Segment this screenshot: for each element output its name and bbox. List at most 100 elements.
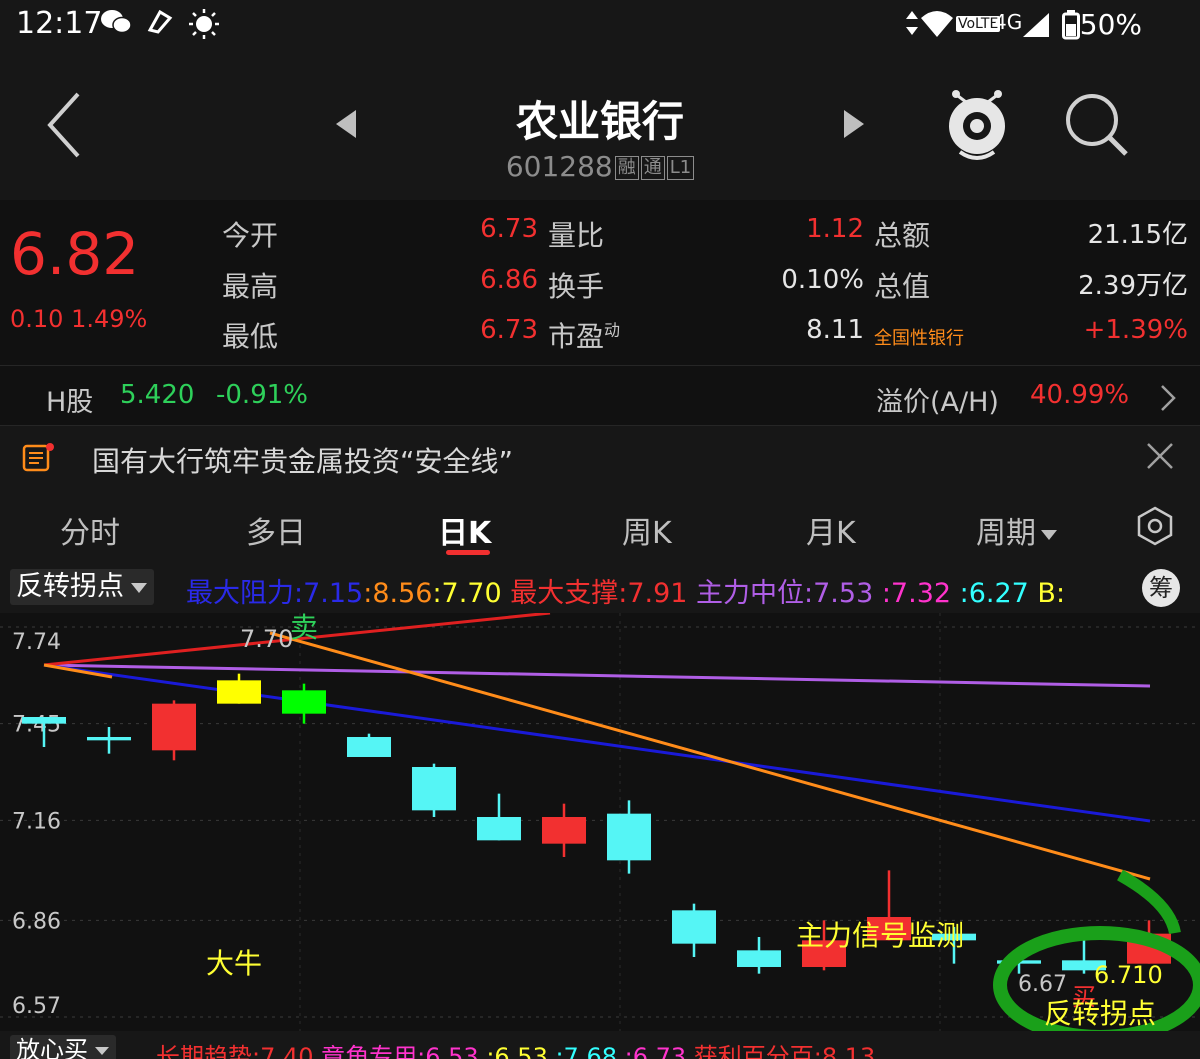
y-tick-label: 7.45 bbox=[12, 713, 61, 738]
candle-body bbox=[412, 767, 456, 811]
status-time: 12:17 bbox=[16, 6, 103, 41]
price-top-annotation: 7.70 bbox=[240, 625, 293, 653]
battery-icon bbox=[1062, 10, 1080, 44]
trend-line bbox=[269, 631, 1151, 881]
y-tick-label: 7.74 bbox=[12, 630, 61, 655]
turnover-amount-value: 21.15亿 bbox=[1087, 220, 1188, 250]
bottom-indicator-value-0: 长期趋势:7.40 bbox=[156, 1043, 314, 1059]
tab-monthly-k[interactable]: 月K bbox=[806, 508, 856, 552]
bottom-indicator-bar: 放心买 长期趋势:7.40 竟角专用:6.53 :6.53 :7.68 :6.7… bbox=[0, 1031, 1200, 1059]
market-cap-value: 2.39万亿 bbox=[1078, 271, 1188, 301]
bottom-indicator-value-5: 获利百分百:8.13 bbox=[686, 1043, 876, 1059]
candle-body bbox=[87, 737, 131, 741]
caret-down-icon bbox=[131, 582, 147, 593]
brightness-icon bbox=[188, 8, 220, 47]
network-type: 4G bbox=[994, 10, 1023, 34]
price-change: 0.10 1.49% bbox=[10, 305, 148, 333]
bottom-indicator-value-1: 竟角专用:6.53 bbox=[313, 1043, 479, 1059]
tab-multi-day[interactable]: 多日 bbox=[246, 508, 306, 552]
indicator-values: 最大阻力:7.15:8.56:7.70 最大支撑:7.91 主力中位:7.53 … bbox=[186, 571, 1065, 610]
robot-assistant-icon[interactable] bbox=[944, 86, 1010, 168]
high-label: 最高 bbox=[222, 270, 279, 303]
candle-body bbox=[282, 690, 326, 714]
status-bar: 12:17 VoLTE 4G 50% bbox=[0, 0, 1200, 50]
wechat-icon bbox=[100, 8, 132, 43]
candle-body bbox=[607, 813, 651, 861]
tab-daily-k[interactable]: 日K bbox=[438, 508, 491, 552]
reversal-annotation: 反转拐点 bbox=[1044, 997, 1156, 1030]
indicator-value-0: 最大阻力:7.15 bbox=[186, 578, 364, 609]
bottom-indicator-value-4: :6.73 bbox=[617, 1043, 687, 1059]
news-banner[interactable]: 国有大行筑牢贵金属投资“安全线” bbox=[0, 425, 1200, 491]
h-share-change: -0.91% bbox=[216, 380, 308, 410]
news-headline[interactable]: 国有大行筑牢贵金属投资“安全线” bbox=[92, 440, 513, 480]
premium-label: 溢价(A/H) bbox=[876, 387, 999, 418]
indicator-value-2: :7.70 bbox=[432, 578, 502, 609]
candle-body bbox=[477, 817, 521, 841]
battery-level: 50% bbox=[1079, 8, 1142, 41]
close-icon[interactable] bbox=[1146, 442, 1174, 474]
bull-annotation: 大牛 bbox=[206, 947, 262, 980]
news-icon bbox=[22, 442, 56, 476]
low-label: 最低 bbox=[222, 320, 279, 353]
bottom-indicator-value-2: :6.53 bbox=[478, 1043, 548, 1059]
wifi-icon bbox=[920, 10, 954, 45]
caret-down-icon bbox=[95, 1047, 109, 1055]
current-price: 6.82 bbox=[10, 220, 140, 288]
volume-ratio-label: 量比 bbox=[548, 219, 605, 252]
pe-value: 8.11 bbox=[806, 315, 864, 345]
candle-body bbox=[152, 703, 196, 751]
indicator-value-5: :7.32 bbox=[873, 578, 952, 609]
open-value: 6.73 bbox=[480, 214, 538, 244]
chip-distribution-button[interactable]: 筹 bbox=[1142, 569, 1180, 607]
low-left-annotation: 6.67 bbox=[1018, 972, 1067, 997]
h-share-row[interactable]: H股 5.420 -0.91% 溢价(A/H) 40.99% bbox=[0, 365, 1200, 426]
candle-body bbox=[542, 817, 586, 844]
h-share-price: 5.420 bbox=[120, 380, 195, 410]
turnover-amount-label: 总额 bbox=[874, 219, 931, 252]
tag-level: L1 bbox=[666, 156, 695, 180]
stock-header: 农业银行 601288 融通 L1 bbox=[0, 50, 1200, 200]
high-value: 6.86 bbox=[480, 265, 538, 295]
kline-chart[interactable]: 7.74 7.45 7.16 6.86 6.57 7.70 卖大牛 主力信号监测 6.67 6.7… bbox=[0, 611, 1200, 1044]
tag-connect: 通 bbox=[640, 156, 665, 180]
industry-change: +1.39% bbox=[1083, 315, 1188, 345]
highlight-stroke bbox=[1117, 869, 1181, 935]
indicator-value-6: :6.27 bbox=[951, 578, 1029, 609]
tag-margin: 融 bbox=[614, 156, 639, 180]
low-right-annotation: 6.710 bbox=[1094, 961, 1163, 989]
chevron-right-icon[interactable] bbox=[1160, 384, 1176, 416]
median-line bbox=[43, 663, 1151, 688]
open-label: 今开 bbox=[222, 219, 279, 252]
volume-ratio-value: 1.12 bbox=[806, 214, 864, 244]
search-icon[interactable] bbox=[1064, 92, 1130, 162]
indicator-selector[interactable]: 反转拐点 bbox=[10, 569, 154, 605]
page-title: 农业银行 bbox=[515, 97, 684, 146]
tab-period-dropdown[interactable]: 周期 bbox=[976, 508, 1058, 552]
active-tab-indicator bbox=[446, 550, 490, 555]
next-stock-icon[interactable] bbox=[842, 108, 866, 144]
settings-hexagon-icon[interactable] bbox=[1136, 506, 1174, 550]
turnover-rate-label: 换手 bbox=[548, 270, 605, 303]
y-tick-label: 6.57 bbox=[12, 994, 61, 1019]
candle-body bbox=[737, 950, 781, 967]
pe-label: 市盈动 bbox=[548, 320, 621, 353]
indicator-value-7: B: bbox=[1028, 578, 1066, 609]
turnover-rate-value: 0.10% bbox=[781, 265, 864, 295]
bottom-indicator-selector[interactable]: 放心买 bbox=[10, 1035, 116, 1059]
bottom-indicator-value-3: :7.68 bbox=[547, 1043, 617, 1059]
y-tick-label: 6.86 bbox=[12, 909, 61, 934]
data-arrows-icon bbox=[905, 10, 919, 43]
premium-value: 40.99% bbox=[1030, 380, 1130, 410]
resistance-line bbox=[43, 663, 1151, 823]
bottom-indicator-values: 长期趋势:7.40 竟角专用:6.53 :6.53 :7.68 :6.73 获利… bbox=[156, 1037, 875, 1059]
tab-weekly-k[interactable]: 周K bbox=[622, 508, 672, 552]
industry-link[interactable]: 全国性银行 bbox=[874, 324, 964, 350]
kline-svg: 7.74 7.45 7.16 6.86 6.57 7.70卖大牛 主力信号监测 6.67 6.7… bbox=[0, 611, 1200, 1044]
app-notification-icon bbox=[146, 8, 174, 43]
tab-intraday[interactable]: 分时 bbox=[60, 508, 120, 552]
caret-down-icon bbox=[1041, 529, 1057, 540]
indicator-value-4: 主力中位:7.53 bbox=[687, 578, 874, 609]
y-tick-label: 7.16 bbox=[12, 809, 61, 834]
signal-annotation: 主力信号监测 bbox=[796, 919, 964, 952]
